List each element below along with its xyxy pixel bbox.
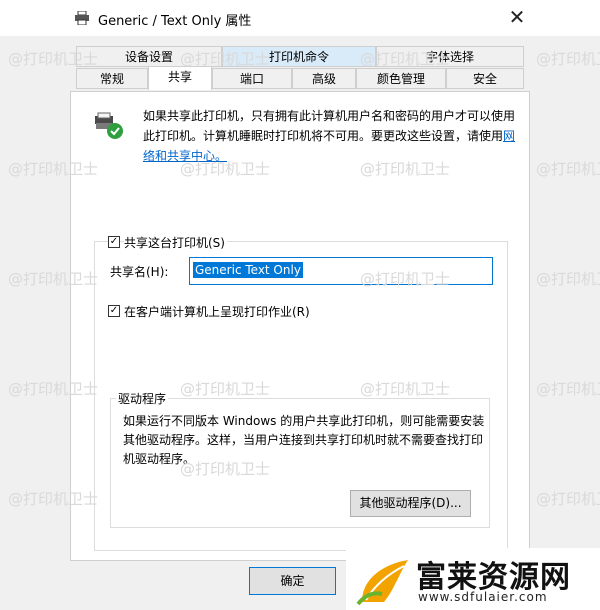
- watermark: @打印机卫士: [8, 380, 99, 398]
- ok-button[interactable]: 确定: [249, 567, 336, 595]
- render-jobs-checkbox[interactable]: ✓: [108, 305, 120, 317]
- tab-sharing[interactable]: 共享: [148, 66, 212, 90]
- watermark: @打印机卫士: [536, 490, 600, 508]
- tab-ports[interactable]: 端口: [212, 68, 292, 89]
- tab-general[interactable]: 常规: [76, 68, 148, 89]
- watermark: @打印机卫士: [536, 160, 600, 178]
- share-printer-checkbox[interactable]: ✓: [108, 236, 120, 248]
- tab-color-management[interactable]: 颜色管理: [356, 68, 446, 89]
- tab-advanced[interactable]: 高级: [292, 68, 356, 89]
- brand-overlay: 富莱资源网 www.sdfulaier.com: [346, 548, 600, 610]
- printer-icon: [75, 11, 89, 25]
- watermark: @打印机卫士: [180, 50, 271, 68]
- shared-printer-icon: [95, 112, 123, 139]
- brand-url: www.sdfulaier.com: [418, 590, 548, 604]
- render-jobs-label: 在客户端计算机上呈现打印作业(R): [124, 305, 310, 319]
- watermark: @打印机卫士: [8, 490, 99, 508]
- share-printer-label: 共享这台打印机(S): [124, 234, 227, 251]
- watermark: @打印机卫士: [180, 380, 271, 398]
- other-drivers-button[interactable]: 其他驱动程序(D)...: [350, 490, 471, 517]
- driver-group-title: 驱动程序: [116, 390, 169, 407]
- watermark: @打印机卫士: [8, 50, 99, 68]
- tab-security[interactable]: 安全: [446, 68, 524, 89]
- share-name-label: 共享名(H):: [110, 265, 169, 279]
- brand-logo-icon: [356, 560, 408, 606]
- watermark: @打印机卫士: [360, 160, 451, 178]
- watermark: @打印机卫士: [536, 380, 600, 398]
- watermark: @打印机卫士: [180, 160, 271, 178]
- watermark: @打印机卫士: [360, 270, 451, 288]
- watermark: @打印机卫士: [536, 50, 600, 68]
- watermark: @打印机卫士: [360, 50, 451, 68]
- share-name-value: Generic Text Only: [193, 262, 303, 278]
- watermark: @打印机卫士: [536, 270, 600, 288]
- watermark: @打印机卫士: [360, 380, 451, 398]
- window-title: Generic / Text Only 属性: [98, 14, 252, 29]
- sharing-intro: 如果共享此打印机，只有拥有此计算机用户名和密码的用户才可以使用此打印机。计算机睡…: [143, 106, 523, 166]
- watermark: @打印机卫士: [180, 460, 271, 478]
- watermark: @打印机卫士: [8, 270, 99, 288]
- watermark: @打印机卫士: [8, 160, 99, 178]
- title-bar: Generic / Text Only 属性 ✕: [0, 0, 600, 36]
- properties-dialog: Generic / Text Only 属性 ✕ 设备设置 打印机命令 字体选择…: [0, 0, 600, 610]
- driver-description: 如果运行不同版本 Windows 的用户共享此打印机，则可能需要安装其他驱动程序…: [123, 414, 485, 466]
- intro-text: 如果共享此打印机，只有拥有此计算机用户名和密码的用户才可以使用此打印机。计算机睡…: [143, 109, 516, 143]
- close-icon[interactable]: ✕: [506, 6, 528, 28]
